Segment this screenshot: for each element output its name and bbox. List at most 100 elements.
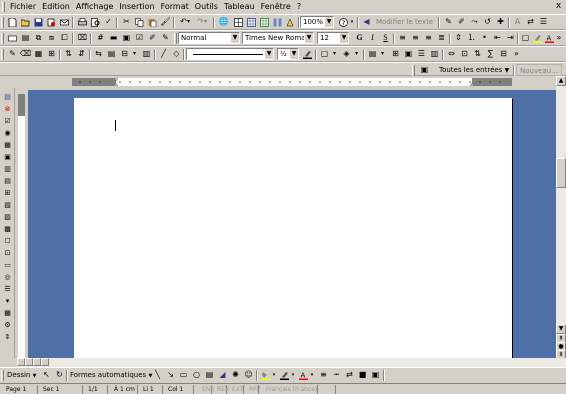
horizontal-ruler[interactable] <box>0 76 566 88</box>
view-code-icon[interactable]: ▩ <box>2 224 13 235</box>
scroll-up-button[interactable]: ▲ <box>556 76 566 86</box>
merge-cells-icon[interactable]: ⊞ <box>45 48 58 60</box>
redo-dropdown-icon[interactable]: ▾ <box>202 16 209 28</box>
drawing-icon[interactable] <box>284 16 297 28</box>
button-control-icon[interactable]: ▭ <box>2 260 13 271</box>
eraser-tool-icon[interactable]: ◇ <box>170 48 183 60</box>
accept-change-icon[interactable]: ⤳ <box>468 16 481 28</box>
align-center-icon[interactable]: ≡ <box>409 32 422 44</box>
address-block-icon[interactable]: ⌧ <box>76 32 89 44</box>
justify-icon[interactable]: ≣ <box>435 32 448 44</box>
align-right-icon[interactable]: ≡ <box>422 32 435 44</box>
toolbar-grip[interactable] <box>1 33 4 44</box>
dash-style-icon[interactable]: ┅ <box>330 369 343 381</box>
outside-border-dropdown-icon[interactable]: ▾ <box>331 48 338 60</box>
copy-icon[interactable] <box>133 16 146 28</box>
insert-excel-icon[interactable] <box>258 16 271 28</box>
toolbar-overflow-icon[interactable]: » <box>555 32 563 44</box>
combo-control-icon[interactable]: ▾ <box>2 296 13 307</box>
insert-table-icon[interactable] <box>245 16 258 28</box>
sum-icon[interactable]: ▥ <box>140 48 153 60</box>
outline-view-button[interactable] <box>41 358 49 366</box>
insert-row-icon[interactable]: ▤ <box>366 48 379 60</box>
options-icon[interactable]: ☰ <box>537 16 550 28</box>
columns-icon[interactable] <box>271 16 284 28</box>
clipart-icon[interactable]: ☺ <box>242 369 255 381</box>
diagram-icon[interactable]: ✺ <box>229 369 242 381</box>
underline-icon[interactable]: S <box>379 32 392 44</box>
drawing-font-color-dropdown-icon[interactable]: ▾ <box>309 369 315 381</box>
sort-desc-icon[interactable]: ⇵ <box>75 48 88 60</box>
decrease-indent-icon[interactable]: ⇤ <box>491 32 504 44</box>
autofit-icon[interactable]: ⇔ <box>445 48 458 60</box>
italic-icon[interactable]: I <box>366 32 379 44</box>
horizontal-scrollbar[interactable] <box>17 358 566 367</box>
envelope-icon[interactable] <box>6 32 19 44</box>
line-style-icon[interactable]: ≡ <box>317 369 330 381</box>
merge-fields-icon[interactable]: ▬ <box>107 32 120 44</box>
align-cell-icon[interactable]: ▣ <box>402 48 415 60</box>
hide-gridlines-icon[interactable]: ⊡ <box>458 48 471 60</box>
document-area[interactable] <box>28 90 556 358</box>
select-objects-icon[interactable]: ↖ <box>40 369 53 381</box>
line-weight-select[interactable]: ½ ▼ <box>277 48 299 60</box>
outside-border-icon[interactable]: ▢ <box>318 48 331 60</box>
pen-icon[interactable]: ╱ <box>157 48 170 60</box>
edit-recipients-icon[interactable]: ⧈ <box>45 32 58 44</box>
vertical-scrollbar[interactable]: ▲ ▼ ⇞ ● ⇟ <box>556 76 566 360</box>
insert-table-small-icon[interactable]: ▦ <box>32 48 45 60</box>
highlight-fields-icon[interactable]: ☑ <box>133 32 146 44</box>
preview-results-icon[interactable]: ▣ <box>120 32 133 44</box>
toolbar-grip[interactable] <box>1 370 4 381</box>
all-entries-button[interactable]: Toutes les entrées ▼ <box>436 64 512 76</box>
vertical-ruler[interactable] <box>17 90 27 358</box>
modify-text-button[interactable]: Modifier le texte <box>376 17 433 28</box>
new-autotext-button[interactable]: Nouveau... <box>516 64 562 76</box>
print-preview-icon[interactable] <box>89 16 102 28</box>
close-document-button[interactable]: x <box>553 1 564 12</box>
toolbar-grip[interactable] <box>174 33 177 44</box>
normal-view-button[interactable] <box>17 358 25 366</box>
draw-menu-button[interactable]: Dessin ▼ <box>7 370 36 382</box>
design-mode-icon[interactable]: ▧ <box>2 200 13 211</box>
open-icon[interactable] <box>19 16 32 28</box>
arrow-style-icon[interactable]: ⇄ <box>343 369 356 381</box>
table-properties-icon[interactable]: ⊟ <box>497 48 510 60</box>
spelling-icon[interactable]: ✓ <box>102 16 115 28</box>
insert-row-dropdown-icon[interactable]: ▾ <box>379 48 386 60</box>
bold-icon[interactable]: G <box>353 32 366 44</box>
sort-icon[interactable]: ⇅ <box>471 48 484 60</box>
form-options-icon[interactable]: ◉ <box>2 128 13 139</box>
hyperlink-icon[interactable]: 🌐 <box>217 16 230 28</box>
toolbar-grip[interactable] <box>1 49 4 60</box>
scroll-down-button[interactable]: ▼ <box>556 324 566 334</box>
font-select[interactable]: Times New Roman ▼ <box>242 32 314 44</box>
line-color-dropdown-icon[interactable]: ▾ <box>290 369 296 381</box>
checkbox-control-icon[interactable]: ☐ <box>2 236 13 247</box>
line-style-select[interactable]: ▼ <box>186 48 274 60</box>
status-overtype[interactable]: RFP <box>245 385 260 394</box>
reject-change-icon[interactable]: ↺ <box>481 16 494 28</box>
paste-icon[interactable] <box>146 16 159 28</box>
bullets-icon[interactable]: • <box>478 32 491 44</box>
borders-dropdown-icon[interactable]: ▾ <box>131 48 138 60</box>
menu-tableau[interactable]: Tableau <box>221 0 258 14</box>
shading-icon[interactable]: ◈ <box>340 48 353 60</box>
toolbar-grip[interactable] <box>1 17 4 28</box>
eraser-icon[interactable]: ⌫ <box>19 48 32 60</box>
numbering-icon[interactable]: ⒈ <box>465 32 478 44</box>
autoshapes-menu-button[interactable]: Formes automatiques ▼ <box>70 370 152 382</box>
new-document-icon[interactable] <box>6 16 19 28</box>
image-control-icon[interactable]: ▦ <box>2 308 13 319</box>
shadow-style-icon[interactable]: ■ <box>356 369 369 381</box>
greeting-line-icon[interactable]: # <box>94 32 107 44</box>
zoom-select[interactable]: 100% ▼ <box>300 16 334 28</box>
draw-table-icon[interactable]: ✎ <box>6 48 19 60</box>
menu-insertion[interactable]: Insertion <box>116 0 157 14</box>
menu-fichier[interactable]: Fichier <box>7 0 39 14</box>
distribute-rows-icon[interactable]: ☰ <box>415 48 428 60</box>
fill-color-dropdown-icon[interactable]: ▾ <box>271 369 277 381</box>
textbox-control-icon[interactable]: ⊡ <box>2 248 13 259</box>
line-tool-icon[interactable]: ╲ <box>151 369 164 381</box>
web-view-button[interactable] <box>25 358 33 366</box>
